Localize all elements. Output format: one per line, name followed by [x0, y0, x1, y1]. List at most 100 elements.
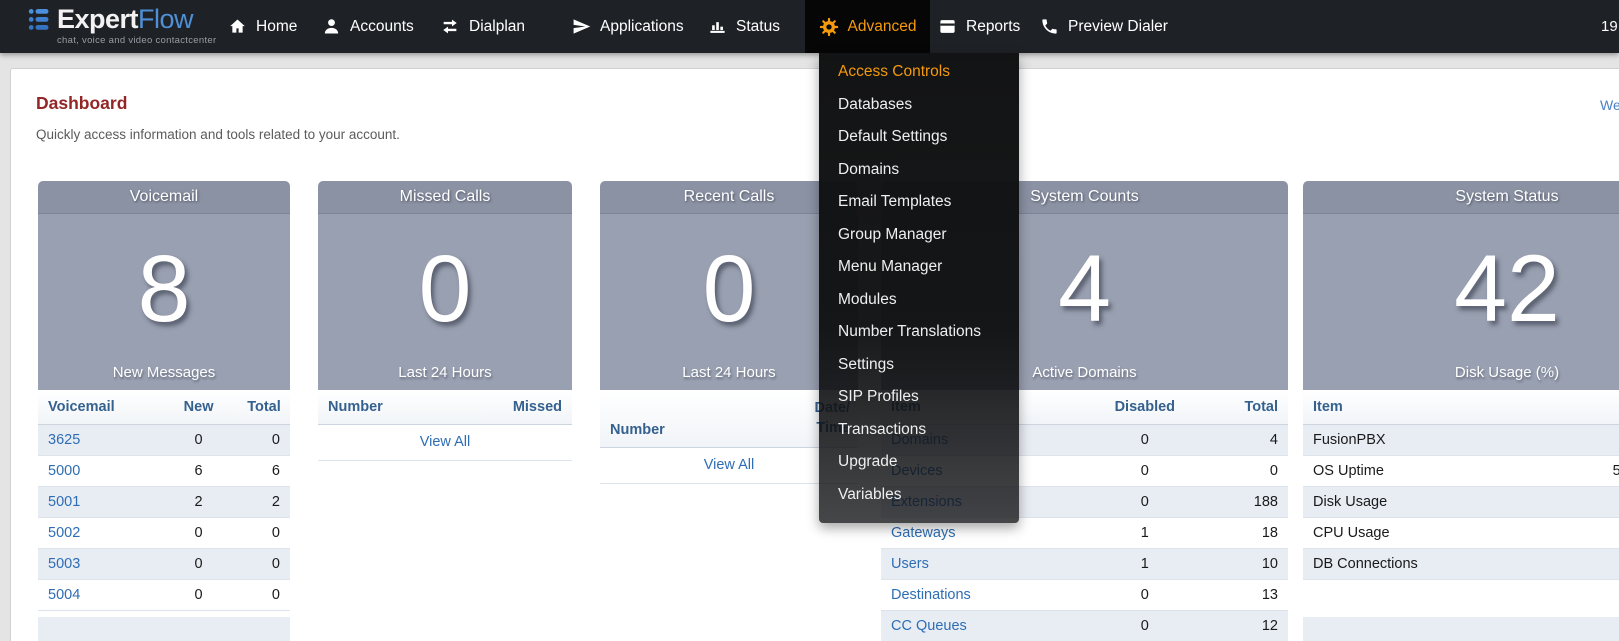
app: ExpertFlow chat, voice and video contact…: [0, 0, 1619, 641]
cell-link[interactable]: CC Queues: [891, 618, 967, 634]
menu-item-domains[interactable]: Domains: [819, 154, 1019, 187]
cell: Disk Usage: [1303, 487, 1613, 518]
cell: 10: [1207, 549, 1288, 580]
nav-item-status[interactable]: Status: [708, 0, 780, 53]
table-row: CPU Usage: [1303, 518, 1619, 549]
cell: FusionPBX: [1303, 425, 1613, 456]
cell-link[interactable]: 5004: [48, 587, 80, 603]
cell-link[interactable]: Gateways: [891, 525, 955, 541]
table-row: FusionPBX: [1303, 425, 1619, 456]
card-caption: Active Domains: [1032, 364, 1136, 391]
menu-item-settings[interactable]: Settings: [819, 349, 1019, 382]
person-icon: [322, 17, 341, 36]
column-header: Voicemail: [38, 390, 160, 425]
menu-item-email-templates[interactable]: Email Templates: [819, 186, 1019, 219]
menu-item-databases[interactable]: Databases: [819, 89, 1019, 122]
table-row: 500300: [38, 549, 290, 580]
cell: DB Connections: [1303, 549, 1613, 580]
cell: [1613, 487, 1619, 518]
table-row: DB Connections: [1303, 549, 1619, 580]
phone-icon: [1040, 17, 1059, 36]
missed-calls-card: Missed Calls 0 Last 24 Hours: [318, 181, 572, 391]
cell-link[interactable]: Users: [891, 556, 929, 572]
table-row: 5001 22: [38, 487, 290, 518]
cell: 5004: [38, 580, 160, 611]
table-row: Users 110: [881, 549, 1288, 580]
column-header: Missed: [485, 390, 572, 425]
cell: 0: [237, 425, 290, 456]
page-subtitle: Quickly access information and tools rel…: [36, 127, 400, 142]
cell: 12: [1207, 611, 1288, 641]
table-row: 500066: [38, 456, 290, 487]
cell-link[interactable]: 5000: [48, 463, 80, 479]
view-all-link[interactable]: View All: [704, 457, 755, 473]
nav-item-preview-dialer[interactable]: Preview Dialer: [1040, 0, 1168, 53]
cell: 0: [160, 518, 237, 549]
table-row: 500200: [38, 518, 290, 549]
column-header: New: [160, 390, 237, 425]
page-title: Dashboard: [36, 93, 127, 114]
system-status-table: ItemFusionPBXOS Uptime50dDisk UsageCPU U…: [1303, 390, 1619, 580]
cell: Destinations: [881, 580, 1083, 611]
card-title: Voicemail: [38, 181, 290, 214]
cell: 2: [237, 487, 290, 518]
menu-item-number-translations[interactable]: Number Translations: [819, 316, 1019, 349]
menu-item-sip-profiles[interactable]: SIP Profiles: [819, 381, 1019, 414]
nav-item-advanced[interactable]: Advanced: [805, 0, 930, 53]
nav-item-applications[interactable]: Applications: [572, 0, 684, 53]
cell: 5000: [38, 456, 160, 487]
menu-item-default-settings[interactable]: Default Settings: [819, 121, 1019, 154]
menu-item-access-controls[interactable]: Access Controls: [819, 56, 1019, 89]
card-caption: Disk Usage (%): [1455, 364, 1559, 391]
nav-item-accounts[interactable]: Accounts: [322, 0, 414, 53]
table-row: Disk Usage: [1303, 487, 1619, 518]
cell-link[interactable]: 3625: [48, 432, 80, 448]
voicemail-table: VoicemailNewTotal36250050006650012250020…: [38, 390, 290, 611]
cell: 1: [1083, 518, 1207, 549]
cell-link[interactable]: 5003: [48, 556, 80, 572]
missed-calls-table: NumberMissed View All: [318, 390, 572, 461]
brand-logo[interactable]: ExpertFlow chat, voice and video contact…: [28, 6, 216, 46]
table-row: 3625 00: [38, 425, 290, 456]
cell-link[interactable]: 5001: [48, 494, 80, 510]
menu-item-variables[interactable]: Variables: [819, 479, 1019, 512]
header-row: VoicemailNewTotal: [38, 390, 290, 425]
cell: 1: [1083, 549, 1207, 580]
cell: 0: [1083, 611, 1207, 641]
gear-icon: [819, 17, 839, 37]
newspaper-icon: [938, 17, 957, 36]
partial-row-stripe: [38, 617, 290, 641]
nav-item-dialplan[interactable]: Dialplan: [440, 0, 525, 53]
cell-link[interactable]: Destinations: [891, 587, 971, 603]
view-all-link[interactable]: View All: [420, 434, 471, 450]
voicemail-card: Voicemail 8 New Messages: [38, 181, 290, 391]
menu-item-upgrade[interactable]: Upgrade: [819, 446, 1019, 479]
menu-item-menu-manager[interactable]: Menu Manager: [819, 251, 1019, 284]
cell: Users: [881, 549, 1083, 580]
header-row: Item: [1303, 390, 1619, 425]
cell: 5002: [38, 518, 160, 549]
cell: 0: [1083, 456, 1207, 487]
menu-item-transactions[interactable]: Transactions: [819, 414, 1019, 447]
welcome-link[interactable]: We: [1600, 97, 1619, 113]
cell: CC Queues: [881, 611, 1083, 641]
cell: 6: [160, 456, 237, 487]
cell: 0: [1083, 487, 1207, 518]
system-counts-number: 4: [1058, 214, 1111, 364]
cell: 50d: [1613, 456, 1619, 487]
table-row: Destinations013: [881, 580, 1288, 611]
bar-chart-icon: [708, 17, 727, 36]
column-header: [1613, 390, 1619, 425]
cell: 0: [160, 425, 237, 456]
system-status-card: System Status 42 Disk Usage (%): [1303, 181, 1619, 391]
cell: 2: [160, 487, 237, 518]
menu-item-modules[interactable]: Modules: [819, 284, 1019, 317]
nav-item-reports[interactable]: Reports: [938, 0, 1020, 53]
nav-item-home[interactable]: Home: [228, 0, 297, 53]
table-row: CC Queues 012: [881, 611, 1288, 641]
column-header: Number: [318, 390, 485, 425]
home-icon: [228, 17, 247, 36]
cell: 0: [237, 549, 290, 580]
cell-link[interactable]: 5002: [48, 525, 80, 541]
menu-item-group-manager[interactable]: Group Manager: [819, 219, 1019, 252]
